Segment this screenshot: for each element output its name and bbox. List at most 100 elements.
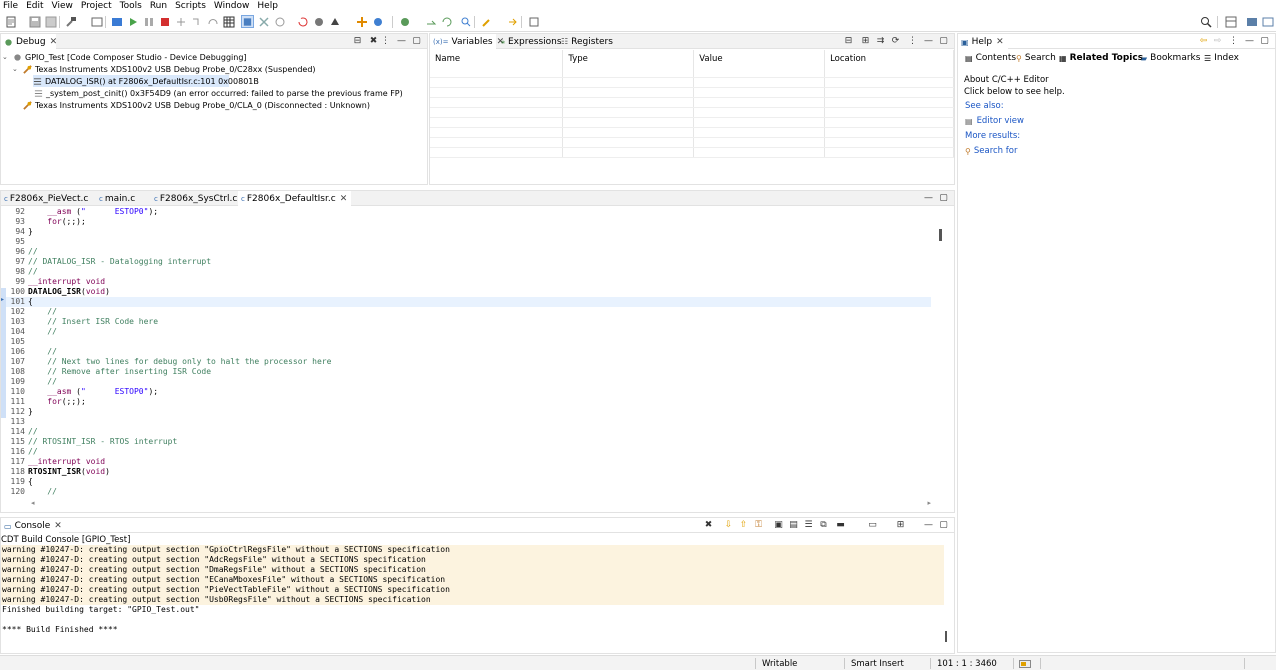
- tab-console[interactable]: ▭ Console ✕: [1, 518, 62, 534]
- tab-f2806x-pievect[interactable]: c F2806x_PieVect.c: [1, 191, 88, 206]
- word-wrap-icon[interactable]: ▤: [788, 519, 799, 531]
- collapse-all-icon[interactable]: ⊟: [352, 35, 363, 47]
- column-location[interactable]: Location: [824, 50, 954, 67]
- maximize-icon[interactable]: ▢: [938, 35, 949, 47]
- new-icon[interactable]: [4, 15, 17, 28]
- menu-tools[interactable]: Tools: [117, 0, 147, 12]
- code-line[interactable]: 109 //: [1, 377, 931, 387]
- new-console-icon[interactable]: ⊞: [895, 519, 906, 531]
- tab-f2806x-defaultisr[interactable]: c F2806x_DefaultIsr.c ✕: [238, 191, 352, 207]
- minimize-icon[interactable]: —: [923, 35, 934, 47]
- previous-problem-icon[interactable]: ⇧: [738, 519, 749, 531]
- code-line[interactable]: 102 //: [1, 307, 931, 317]
- code-line[interactable]: 92 __asm (" ESTOP0");: [1, 207, 931, 217]
- menu-view[interactable]: View: [49, 0, 78, 12]
- maximize-icon[interactable]: ▢: [411, 35, 422, 47]
- code-line[interactable]: 100 DATALOG_ISR(void): [1, 287, 931, 297]
- console-warning-line[interactable]: warning #10247-D: creating output sectio…: [1, 575, 944, 585]
- code-line[interactable]: 117 __interrupt void: [1, 457, 931, 467]
- code-line[interactable]: 112}: [1, 407, 931, 417]
- code-line[interactable]: 113: [1, 417, 931, 427]
- console-warning-line[interactable]: warning #10247-D: creating output sectio…: [1, 585, 944, 595]
- tab-f2806x-sysctrl[interactable]: c F2806x_SysCtrl.c: [151, 191, 237, 206]
- collapse-arrow-icon[interactable]: ⌄: [12, 65, 22, 73]
- memory-grid-icon[interactable]: [222, 15, 235, 28]
- code-line[interactable]: 97// DATALOG_ISR - Datalogging interrupt: [1, 257, 931, 267]
- show-logical-structure-icon[interactable]: ⇉: [875, 35, 886, 47]
- view-menu-icon[interactable]: ⋮: [380, 35, 391, 47]
- minimize-icon[interactable]: —: [396, 35, 407, 47]
- tab-help[interactable]: ▣ Help ✕: [958, 34, 1008, 50]
- code-line[interactable]: 108 // Remove after inserting ISR Code: [1, 367, 931, 377]
- close-icon[interactable]: ✕: [54, 521, 62, 531]
- help-tab-index[interactable]: ☰ Index: [1204, 53, 1239, 63]
- console-warning-line[interactable]: warning #10247-D: creating output sectio…: [1, 565, 944, 575]
- reset-cpu-icon[interactable]: [273, 15, 286, 28]
- code-line[interactable]: 101{: [1, 297, 931, 307]
- suspend-icon[interactable]: [142, 15, 155, 28]
- forward-icon[interactable]: ⇨: [1212, 35, 1223, 47]
- help-tab-contents[interactable]: ▤ Contents: [965, 53, 1016, 63]
- refresh-icon[interactable]: [440, 15, 453, 28]
- forward-nav-icon[interactable]: [506, 15, 519, 28]
- close-icon[interactable]: ✕: [50, 37, 58, 47]
- tab-debug[interactable]: Debug ✕: [1, 34, 58, 50]
- terminate-icon[interactable]: [158, 15, 171, 28]
- debug-config-icon[interactable]: [398, 15, 411, 28]
- minimize-icon[interactable]: —: [923, 519, 934, 531]
- save-all-icon[interactable]: [44, 15, 57, 28]
- view-menu-icon[interactable]: ⋮: [907, 35, 918, 47]
- scroll-lock-icon[interactable]: ⚿: [753, 519, 764, 531]
- code-editor[interactable]: 92 __asm (" ESTOP0"); 93 for(;;); 94} 95 96/…: [1, 207, 931, 497]
- code-line[interactable]: 93 for(;;);: [1, 217, 931, 227]
- edit-perspective-icon[interactable]: [1261, 15, 1274, 28]
- open-view-icon[interactable]: [527, 15, 540, 28]
- menu-window[interactable]: Window: [211, 0, 255, 12]
- breakpoint-icon[interactable]: [312, 15, 325, 28]
- column-name[interactable]: Name: [430, 50, 564, 67]
- menu-help[interactable]: Help: [254, 0, 283, 12]
- collapse-all-icon[interactable]: ⊟: [843, 35, 854, 47]
- code-line[interactable]: 115// RTOSINT_ISR - RTOS interrupt: [1, 437, 931, 447]
- column-type[interactable]: Type: [562, 50, 695, 67]
- code-line[interactable]: 103 // Insert ISR Code here: [1, 317, 931, 327]
- tab-main-c[interactable]: c main.c: [96, 191, 135, 206]
- code-line[interactable]: 98//: [1, 267, 931, 277]
- code-line[interactable]: 105: [1, 337, 931, 347]
- close-icon[interactable]: ✕: [340, 194, 348, 204]
- restart-icon[interactable]: [296, 15, 309, 28]
- close-icon[interactable]: ✕: [996, 37, 1004, 47]
- console-warning-line[interactable]: warning #10247-D: creating output sectio…: [1, 545, 944, 555]
- maximize-icon[interactable]: ▢: [938, 192, 949, 204]
- tree-item-session[interactable]: ⌄ GPIO_Test [Code Composer Studio - Devi…: [2, 51, 247, 63]
- console-warning-line[interactable]: warning #10247-D: creating output sectio…: [1, 555, 944, 565]
- build-hammer-icon[interactable]: [64, 15, 77, 28]
- run-config-icon[interactable]: [371, 15, 384, 28]
- maximize-icon[interactable]: ▢: [1259, 35, 1270, 47]
- console-warning-line[interactable]: warning #10247-D: creating output sectio…: [1, 595, 944, 605]
- source-stepping-icon[interactable]: [241, 15, 254, 28]
- disconnect-icon[interactable]: [174, 15, 187, 28]
- open-console-icon[interactable]: ▭: [867, 519, 878, 531]
- console-scrollbar-thumb[interactable]: [945, 631, 947, 642]
- back-icon[interactable]: ⇦: [1198, 35, 1209, 47]
- menu-file[interactable]: File: [0, 0, 23, 12]
- save-icon[interactable]: [28, 15, 41, 28]
- search-icon[interactable]: [1199, 15, 1212, 28]
- view-menu-icon[interactable]: ⋮: [1228, 35, 1239, 47]
- pin-console-icon[interactable]: ▣: [773, 519, 784, 531]
- connect-target-icon[interactable]: [110, 15, 123, 28]
- step-into-icon[interactable]: [190, 15, 203, 28]
- menu-scripts[interactable]: Scripts: [172, 0, 211, 12]
- code-line[interactable]: 107 // Next two lines for debug only to …: [1, 357, 931, 367]
- code-line[interactable]: 119{: [1, 477, 931, 487]
- minimize-icon[interactable]: —: [1244, 35, 1255, 47]
- tab-registers[interactable]: ☷ Registers: [558, 34, 613, 49]
- progress-icon[interactable]: [1019, 656, 1031, 670]
- display-console-icon[interactable]: ▬: [835, 519, 846, 531]
- minimize-icon[interactable]: —: [923, 192, 934, 204]
- refresh-icon[interactable]: ⟳: [890, 35, 901, 47]
- code-line[interactable]: 114//: [1, 427, 931, 437]
- console-output[interactable]: warning #10247-D: creating output sectio…: [1, 545, 944, 650]
- collapse-arrow-icon[interactable]: ⌄: [2, 53, 12, 61]
